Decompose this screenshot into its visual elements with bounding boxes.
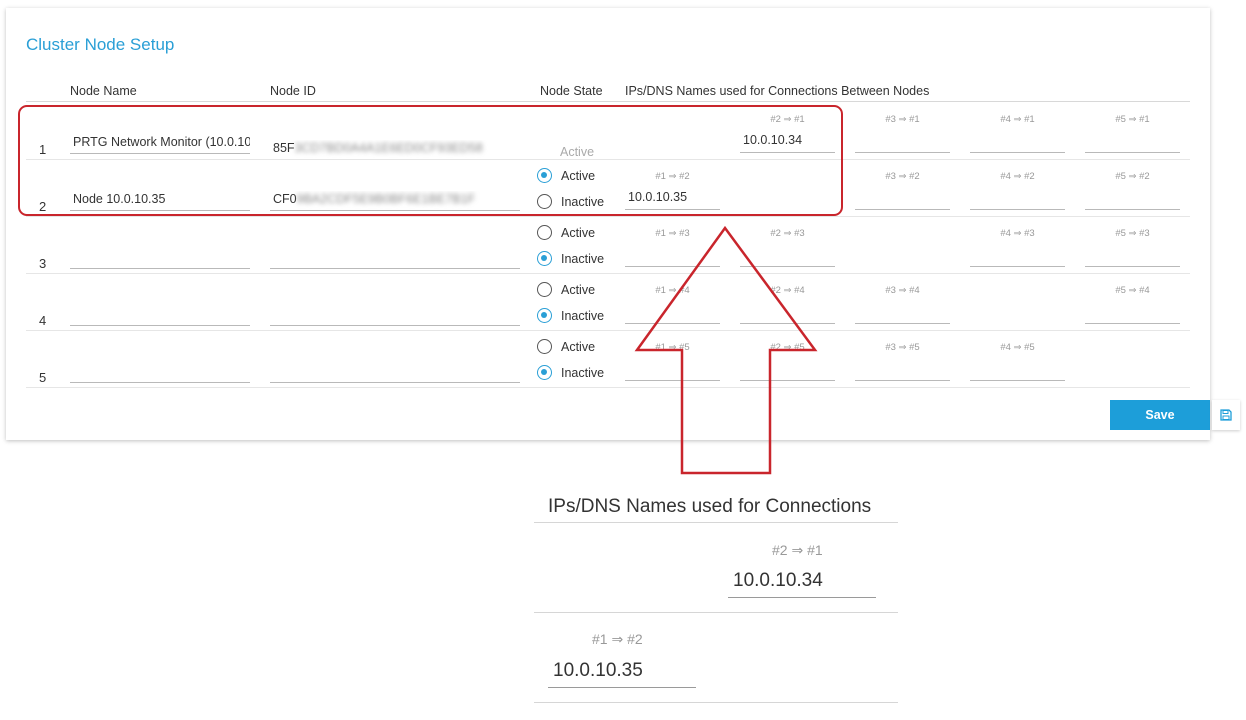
zoom-label-2-1: #2 ⇒ #1 <box>772 542 823 558</box>
zoom-header-divider <box>534 522 898 523</box>
zoom-label-1-2: #1 ⇒ #2 <box>592 631 643 647</box>
zoomed-detail: IPs/DNS Names used for Connections #2 ⇒ … <box>534 488 898 708</box>
zoom-row-divider <box>534 702 898 703</box>
zoom-header: IPs/DNS Names used for Connections <box>548 496 872 517</box>
zoom-input-1-2[interactable]: 10.0.10.35 <box>548 660 696 688</box>
zoom-input-2-1[interactable]: 10.0.10.34 <box>728 570 876 598</box>
zoom-row-divider <box>534 612 898 613</box>
